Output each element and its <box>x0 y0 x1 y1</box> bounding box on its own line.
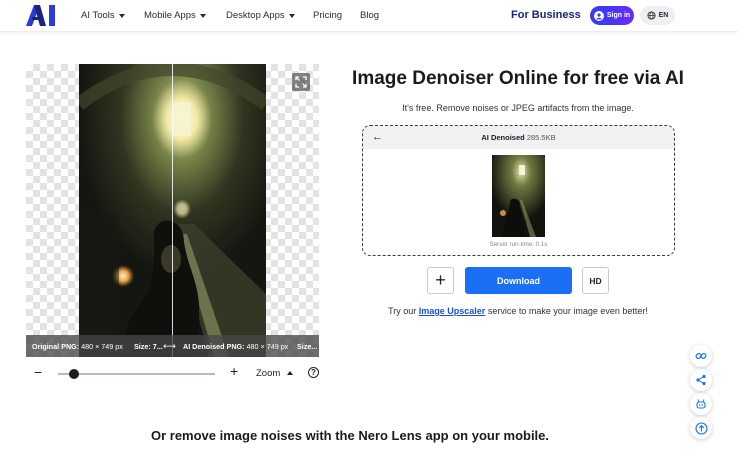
nav-ai-tools-label: AI Tools <box>81 10 115 21</box>
original-info: Original PNG: 480 × 749 px <box>32 342 123 351</box>
result-thumbnail[interactable] <box>492 155 545 237</box>
viewer-caption: Original PNG: 480 × 749 px Size: 7... ⟷ … <box>26 335 319 357</box>
chevron-down-icon <box>118 13 125 18</box>
plus-icon[interactable]: + <box>230 363 238 379</box>
minus-icon[interactable]: − <box>34 364 42 380</box>
denoised-info: AI Denoised PNG: 480 × 749 px <box>183 342 288 351</box>
zoom-controls: − + Zoom ? <box>26 363 326 384</box>
page-title: Image Denoiser Online for free via AI <box>352 68 684 89</box>
left-right-arrow-icon: ⟷ <box>163 340 176 351</box>
bottom-heading: Or remove image noises with the Nero Len… <box>150 428 550 443</box>
language-selector[interactable]: EN <box>640 6 675 25</box>
result-title: AI Denoised 285.5KB <box>363 133 674 142</box>
nav-desktop-apps[interactable]: Desktop Apps <box>226 10 295 21</box>
download-button[interactable]: Download <box>465 267 572 294</box>
nav-ai-tools[interactable]: AI Tools <box>81 10 125 21</box>
nav-pricing[interactable]: Pricing <box>313 10 342 21</box>
zoom-label[interactable]: Zoom <box>256 368 280 379</box>
chevron-down-icon <box>199 13 206 18</box>
original-label: Original PNG: <box>32 341 80 351</box>
nav-pricing-label: Pricing <box>313 10 343 21</box>
expand-icon[interactable] <box>292 73 310 91</box>
hd-button[interactable]: HD <box>582 267 609 294</box>
user-icon <box>593 10 604 21</box>
logo-icon[interactable] <box>26 5 57 26</box>
upscale-promo: Try our Image Upscaler service to make y… <box>345 306 691 316</box>
globe-icon <box>647 11 656 20</box>
chevron-up-icon[interactable] <box>287 371 293 375</box>
nav-mobile-apps-label: Mobile Apps <box>144 10 196 21</box>
server-runtime: Server run-time: 0.1s <box>489 241 548 248</box>
page-subtitle: It's free. Remove noises or JPEG artifac… <box>402 103 634 113</box>
zoom-slider-handle[interactable] <box>68 368 79 379</box>
share-icon[interactable] <box>690 369 712 391</box>
upscale-prefix: Try our <box>388 306 417 316</box>
result-title-label: AI Denoised <box>481 133 525 142</box>
chevron-down-icon <box>288 13 295 18</box>
denoised-dims: 480 × 749 px <box>246 341 289 351</box>
original-dims: 480 × 749 px <box>81 341 123 351</box>
link-icon[interactable] <box>690 345 712 367</box>
language-label: EN <box>658 12 669 19</box>
robot-icon[interactable] <box>690 393 712 415</box>
nav-desktop-apps-label: Desktop Apps <box>226 10 285 21</box>
original-size: Size: 7... <box>134 341 163 351</box>
sign-in-label: Sign in <box>606 12 631 19</box>
for-business-link[interactable]: For Business <box>511 9 581 21</box>
image-upscaler-link[interactable]: Image Upscaler <box>419 306 486 316</box>
upscale-suffix: service to make your image even better! <box>487 306 648 316</box>
compare-divider[interactable] <box>172 64 173 357</box>
plus-icon: + <box>435 270 446 290</box>
result-size: 285.5KB <box>526 133 556 142</box>
top-nav: AI Tools Mobile Apps Desktop Apps Pricin… <box>0 0 738 32</box>
compare-viewer[interactable]: Original PNG: 480 × 749 px Size: 7... ⟷ … <box>26 64 319 357</box>
denoised-size: Size... <box>297 341 318 351</box>
result-header: ← AI Denoised 285.5KB <box>363 126 674 149</box>
add-image-button[interactable]: + <box>427 267 454 294</box>
result-panel: ← AI Denoised 285.5KB Server run-time: 0… <box>362 125 675 256</box>
zoom-slider[interactable] <box>58 373 215 375</box>
nav-blog-label: Blog <box>360 10 380 21</box>
help-icon[interactable]: ? <box>308 367 319 378</box>
denoised-label: AI Denoised PNG: <box>183 341 245 351</box>
nav-mobile-apps[interactable]: Mobile Apps <box>144 10 206 21</box>
nav-blog[interactable]: Blog <box>360 10 379 21</box>
sign-in-button[interactable]: Sign in <box>590 6 634 25</box>
